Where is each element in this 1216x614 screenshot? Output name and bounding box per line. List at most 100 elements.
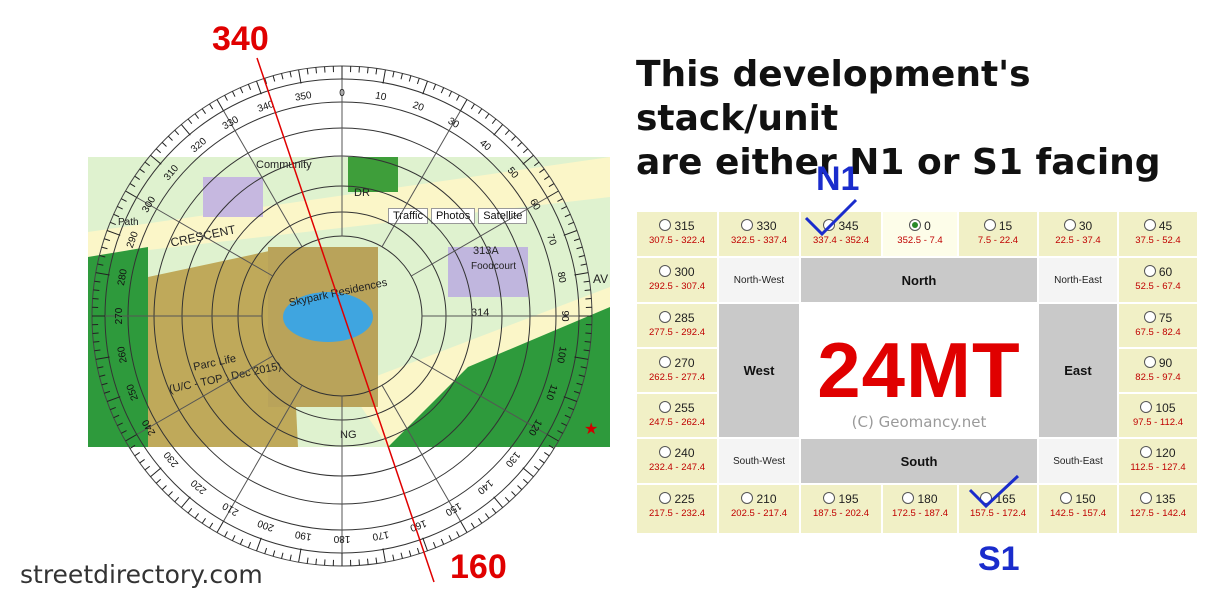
direction-radio[interactable]	[1140, 492, 1153, 504]
direction-cell[interactable]: 135 127.5 - 142.4	[1118, 484, 1198, 534]
direction-cell[interactable]: 60 52.5 - 67.4	[1118, 257, 1198, 303]
compass-tick	[231, 535, 236, 541]
direction-cell[interactable]: 105 97.5 - 112.4	[1118, 393, 1198, 438]
direction-cell[interactable]: 30 22.5 - 37.4	[1038, 211, 1118, 257]
direction-cell[interactable]: 255 247.5 - 262.4	[636, 393, 718, 438]
direction-radio[interactable]	[1060, 492, 1073, 504]
s1-check-icon	[968, 474, 1020, 509]
compass-degree-label: 260	[116, 345, 130, 364]
degree-label: 315	[674, 219, 695, 233]
dir-north: North	[800, 257, 1038, 303]
direction-radio[interactable]	[902, 492, 915, 504]
direction-radio[interactable]	[659, 219, 672, 231]
degree-label: 150	[1075, 492, 1096, 506]
direction-radio[interactable]	[659, 401, 672, 413]
direction-radio[interactable]	[909, 219, 922, 231]
compass-tick	[121, 198, 127, 202]
direction-cell[interactable]: 315 307.5 - 322.4	[636, 211, 718, 257]
compass-tick	[400, 73, 403, 80]
degree-range: 277.5 - 292.4	[649, 327, 705, 338]
degree-range: 82.5 - 97.4	[1135, 372, 1181, 383]
compass-spoke	[411, 355, 548, 435]
compass-tick	[161, 141, 167, 147]
direction-cell[interactable]: 75 67.5 - 82.4	[1118, 303, 1198, 348]
direction-radio[interactable]	[659, 446, 672, 458]
compass-spoke	[136, 197, 273, 277]
direction-radio[interactable]	[983, 219, 996, 231]
direction-cell[interactable]: 240 232.4 - 247.4	[636, 438, 718, 484]
direction-cell[interactable]: 15 7.5 - 22.4	[958, 211, 1038, 257]
compass-degree-label: 280	[116, 268, 130, 287]
direction-radio[interactable]	[1143, 311, 1156, 323]
direction-radio[interactable]	[659, 265, 672, 277]
compass-tick	[104, 390, 111, 394]
direction-cell[interactable]: 150 142.5 - 157.4	[1038, 484, 1118, 534]
degree-label: 300	[674, 265, 695, 279]
compass-tick	[239, 87, 244, 94]
degree-label: 60	[1158, 265, 1173, 279]
direction-radio[interactable]	[1140, 446, 1153, 458]
direction-radio[interactable]	[1140, 401, 1153, 413]
direction-radio[interactable]	[1063, 219, 1076, 231]
direction-radio[interactable]	[659, 492, 672, 504]
direction-radio[interactable]	[1143, 265, 1156, 277]
direction-cell[interactable]: 330 322.5 - 337.4	[718, 211, 800, 257]
direction-cell[interactable]: 210 202.5 - 217.4	[718, 484, 800, 534]
compass-tick	[375, 68, 378, 75]
compass-tick	[95, 356, 110, 360]
degree-label: 195	[838, 492, 859, 506]
direction-cell[interactable]: 225 217.5 - 232.4	[636, 484, 718, 534]
compass-tick	[422, 80, 428, 95]
compass-tick	[522, 478, 529, 484]
direction-radio[interactable]	[1143, 356, 1156, 368]
direction-radio[interactable]	[659, 311, 672, 323]
compass-tick	[239, 538, 244, 545]
direction-cell[interactable]: 285 277.5 - 292.4	[636, 303, 718, 348]
direction-radio[interactable]	[823, 492, 836, 504]
degree-label: 270	[674, 356, 695, 370]
degree-range: 172.5 - 187.4	[892, 508, 948, 519]
compass-degree-label: 140	[475, 477, 495, 496]
direction-cell[interactable]: 45 37.5 - 52.4	[1118, 211, 1198, 257]
headline-line: are either N1 or S1 facing	[636, 142, 1161, 183]
direction-cell[interactable]: 120 112.5 - 127.4	[1118, 438, 1198, 484]
compass-tick	[546, 190, 559, 199]
compass-tick	[155, 478, 162, 484]
direction-radio[interactable]	[659, 356, 672, 368]
compass-tick	[576, 382, 583, 386]
direction-cell[interactable]: 0 352.5 - 7.4	[882, 211, 958, 257]
direction-cell[interactable]: 270 262.5 - 277.4	[636, 348, 718, 393]
degree-label: 240	[674, 446, 695, 460]
compass-tick	[544, 175, 550, 180]
compass-tick	[568, 221, 574, 226]
degree-label: 75	[1158, 311, 1173, 325]
compass-tick	[94, 280, 101, 283]
degree-label: 0	[924, 219, 931, 233]
compass-tick	[134, 452, 140, 457]
direction-cell[interactable]: 90 82.5 - 97.4	[1118, 348, 1198, 393]
logo-text: 24MT	[817, 326, 1021, 414]
direction-cell[interactable]: 195 187.5 - 202.4	[800, 484, 882, 534]
direction-cell[interactable]: 300 292.5 - 307.4	[636, 257, 718, 303]
compass-tick	[117, 422, 123, 427]
dir-north-east: North-East	[1038, 257, 1118, 303]
compass-tick	[392, 554, 395, 561]
compass-degree-label: 290	[125, 230, 141, 250]
direction-cell[interactable]: 180 172.5 - 187.4	[882, 484, 958, 534]
compass-tick	[129, 444, 136, 449]
compass-tick	[272, 550, 276, 557]
direction-radio[interactable]	[741, 219, 754, 231]
compass-tick	[298, 69, 302, 84]
center-box: 24MT (C) Geomancy.net	[800, 303, 1038, 438]
compass-tick	[315, 67, 317, 74]
compass-tick	[511, 135, 517, 141]
compass-tick	[392, 71, 395, 78]
compass-tick	[101, 246, 108, 250]
degree-range: 67.5 - 82.4	[1135, 327, 1181, 338]
compass-degree-label: 210	[220, 500, 240, 518]
n1-check-icon	[804, 198, 858, 237]
direction-radio[interactable]	[1143, 219, 1156, 231]
top-bearing-label: 340	[212, 20, 269, 58]
compass-tick	[94, 349, 101, 352]
direction-radio[interactable]	[741, 492, 754, 504]
